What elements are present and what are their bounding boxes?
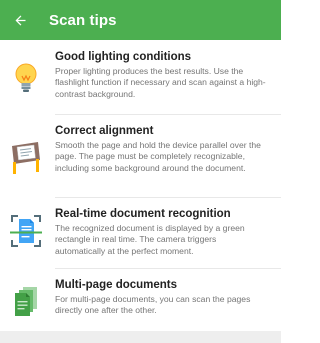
page-title: Scan tips (49, 11, 117, 29)
divider (55, 114, 281, 115)
tip-text: Real-time document recognition The recog… (55, 207, 267, 257)
tip-alignment: Correct alignment Smooth the page and ho… (0, 124, 281, 204)
tip-multipage: Multi-page documents For multi-page docu… (0, 278, 281, 330)
desk-document-icon (10, 138, 42, 178)
tip-title: Multi-page documents (55, 279, 178, 291)
tip-text: Correct alignment Smooth the page and ho… (55, 124, 267, 174)
tip-text: Good lighting conditions Proper lighting… (55, 50, 267, 100)
bottom-bar (0, 331, 281, 343)
tip-title: Correct alignment (55, 125, 154, 137)
multi-page-document-icon (10, 280, 42, 320)
arrow-left-icon (15, 15, 25, 25)
tip-description: For multi-page documents, you can scan t… (55, 294, 251, 316)
tip-description: Smooth the page and hold the device para… (55, 140, 261, 173)
tip-recognition: Real-time document recognition The recog… (0, 207, 281, 269)
tip-title: Good lighting conditions (55, 51, 192, 63)
tip-description: Proper lighting produces the best result… (55, 66, 266, 99)
tip-text: Multi-page documents For multi-page docu… (55, 278, 267, 317)
tip-lighting: Good lighting conditions Proper lighting… (0, 50, 281, 120)
divider (55, 197, 281, 198)
lightbulb-icon (10, 58, 42, 98)
document-scan-icon (10, 211, 42, 251)
tip-title: Real-time document recognition (55, 208, 231, 220)
back-button[interactable] (11, 11, 29, 29)
tip-description: The recognized document is displayed by … (55, 223, 245, 256)
app-bar: Scan tips (0, 0, 281, 40)
divider (55, 268, 281, 269)
